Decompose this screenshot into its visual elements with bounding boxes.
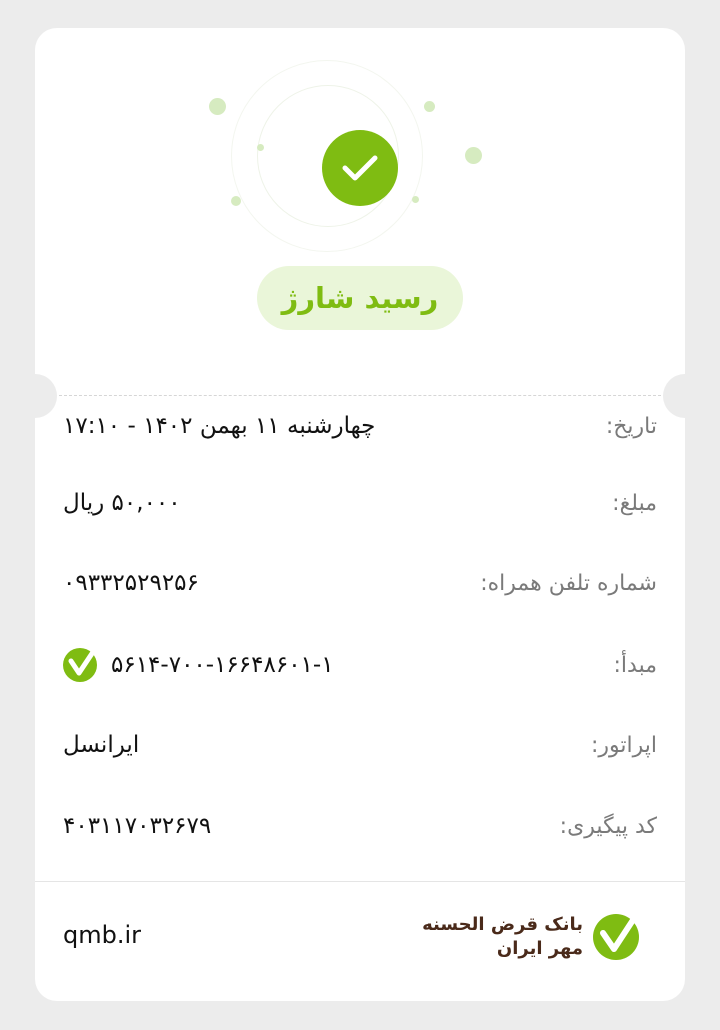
tear-line <box>59 395 661 396</box>
bank-brand: بانک قرض الحسنه مهر ایران <box>422 912 647 962</box>
decorative-dot <box>412 196 419 203</box>
success-illustration <box>35 28 685 288</box>
source-value: ۵۶۱۴-۷۰۰-۱۶۶۴۸۶۰۱-۱ <box>63 648 334 682</box>
bank-logo-icon <box>593 914 639 960</box>
ticket-notch-left <box>35 374 57 418</box>
mobile-value: ۰۹۳۳۲۵۲۹۲۵۶ <box>63 570 199 596</box>
bank-name-line2: مهر ایران <box>496 938 583 959</box>
source-account: ۵۶۱۴-۷۰۰-۱۶۶۴۸۶۰۱-۱ <box>111 652 334 678</box>
tracking-label: کد پیگیری: <box>559 813 657 839</box>
decorative-dot <box>231 196 241 206</box>
footer-divider <box>35 881 685 882</box>
row-mobile: شماره تلفن همراه: ۰۹۳۳۲۵۲۹۲۵۶ <box>63 563 657 603</box>
bank-name: بانک قرض الحسنه مهر ایران <box>422 913 583 961</box>
source-label: مبدأ: <box>613 652 658 678</box>
row-operator: اپراتور: ایرانسل <box>63 725 657 765</box>
operator-value: ایرانسل <box>63 732 140 758</box>
bank-name-line1: بانک قرض الحسنه <box>422 914 583 935</box>
receipt-title: رسید شارژ <box>257 266 463 330</box>
receipt-card: رسید شارژ تاریخ: چهارشنبه ۱۱ بهمن ۱۴۰۲ -… <box>35 28 685 1001</box>
row-date: تاریخ: چهارشنبه ۱۱ بهمن ۱۴۰۲ - ۱۷:۱۰ <box>63 406 657 446</box>
tracking-value: ۴۰۳۱۱۷۰۳۲۶۷۹ <box>63 813 212 839</box>
bank-logo-icon <box>63 648 97 682</box>
decorative-dot <box>209 98 226 115</box>
decorative-dot <box>257 144 264 151</box>
decorative-dot <box>465 147 482 164</box>
amount-label: مبلغ: <box>612 490 657 516</box>
row-tracking: کد پیگیری: ۴۰۳۱۱۷۰۳۲۶۷۹ <box>63 806 657 846</box>
date-value: چهارشنبه ۱۱ بهمن ۱۴۰۲ - ۱۷:۱۰ <box>63 413 376 439</box>
ticket-notch-right <box>663 374 685 418</box>
row-amount: مبلغ: ۵۰,۰۰۰ ریال <box>63 483 657 523</box>
row-source: مبدأ: ۵۶۱۴-۷۰۰-۱۶۶۴۸۶۰۱-۱ <box>63 645 657 685</box>
success-check-icon <box>322 130 398 206</box>
website-link[interactable]: qmb.ir <box>63 921 141 949</box>
date-label: تاریخ: <box>605 413 657 439</box>
amount-value: ۵۰,۰۰۰ ریال <box>63 490 181 516</box>
mobile-label: شماره تلفن همراه: <box>480 570 657 596</box>
operator-label: اپراتور: <box>590 732 657 758</box>
decorative-dot <box>424 101 435 112</box>
